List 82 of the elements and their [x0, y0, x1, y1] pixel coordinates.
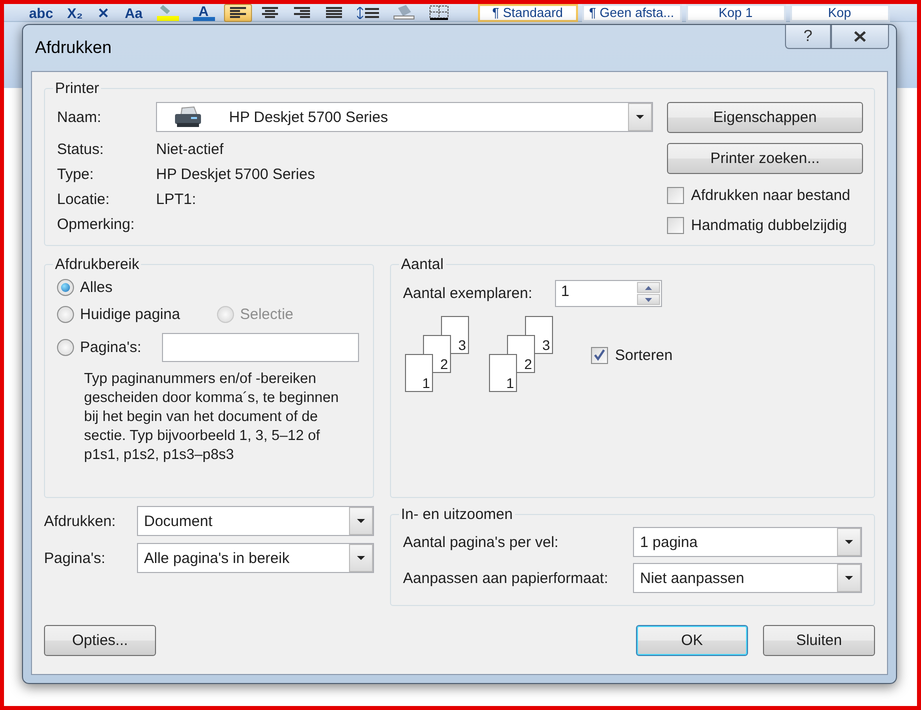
close-button[interactable]: [831, 25, 889, 49]
dropdown-field[interactable]: Document: [137, 506, 374, 536]
caret-icon: [357, 556, 365, 560]
radio-button[interactable]: [57, 306, 74, 323]
dialog-button[interactable]: Opties...: [44, 625, 156, 656]
radio-button[interactable]: [57, 279, 74, 296]
page-sheet: 1: [489, 354, 517, 392]
line-spacing-icon: [356, 6, 379, 18]
printer-select[interactable]: HP Deskjet 5700 Series: [156, 102, 653, 132]
pages-input[interactable]: [162, 333, 359, 362]
window-title: Afdrukken: [34, 38, 113, 58]
field-label: Aantal pagina's per vel:: [403, 534, 560, 550]
up-arrow-icon: [645, 286, 652, 290]
group-heading: In- en uitzoomen: [400, 506, 514, 523]
checkbox-label[interactable]: Sorteren: [615, 346, 673, 364]
printer-icon: [173, 106, 203, 128]
dropdown-button[interactable]: [837, 564, 861, 592]
field-label: Afdrukken:: [44, 512, 117, 530]
toolbar-button[interactable]: X₂: [62, 4, 88, 22]
checkbox-label[interactable]: Handmatig dubbelzijdig: [691, 216, 847, 234]
field-label: Opmerking:: [57, 216, 136, 233]
color-bar-icon: [192, 16, 215, 20]
dropdown-button[interactable]: [837, 528, 861, 556]
checkbox[interactable]: [667, 216, 684, 234]
style-gallery-item[interactable]: ¶ Standaard: [478, 4, 578, 22]
field-value: HP Deskjet 5700 Series: [156, 166, 315, 183]
dialog-button[interactable]: Sluiten: [763, 625, 875, 656]
style-gallery-item[interactable]: Kop 1: [686, 4, 786, 22]
field-label: Pagina's:: [44, 550, 106, 566]
checkbox-label[interactable]: Afdrukken naar bestand: [691, 186, 850, 204]
caret-icon: [357, 519, 365, 523]
group-heading: Afdrukbereik: [54, 256, 140, 273]
spin-down-button[interactable]: [637, 294, 660, 305]
dialog-button[interactable]: Eigenschappen: [667, 102, 863, 133]
checkbox[interactable]: [667, 186, 684, 204]
check-icon: [594, 349, 605, 361]
copies-spinner[interactable]: 1: [555, 280, 662, 307]
dropdown-field[interactable]: 1 pagina: [633, 527, 862, 557]
dropdown-button[interactable]: [349, 507, 373, 535]
toolbar-button[interactable]: [224, 4, 252, 22]
dropdown-field[interactable]: Niet aanpassen: [633, 563, 862, 593]
close-icon: [853, 30, 867, 43]
field-value: Niet-actief: [156, 141, 224, 158]
field-label: Aanpassen aan papierformaat:: [403, 570, 610, 586]
field-label: Type:: [57, 166, 95, 183]
radio-label[interactable]: Alles: [80, 279, 113, 296]
group-heading: Printer: [54, 80, 100, 97]
toolbar-button[interactable]: Aa: [120, 4, 148, 22]
caret-icon: [845, 540, 853, 544]
align-icon: [324, 7, 343, 18]
spin-up-button[interactable]: [637, 282, 660, 293]
highlighter-icon: [156, 4, 179, 20]
caret-icon: [845, 576, 853, 580]
field-value: LPT1:: [156, 191, 196, 208]
style-gallery-item[interactable]: Kop: [790, 4, 890, 22]
dialog-button[interactable]: OK: [636, 625, 748, 656]
group-heading: Aantal: [400, 256, 445, 273]
checkbox[interactable]: [591, 346, 608, 364]
toolbar-button[interactable]: abc: [24, 4, 58, 22]
radio-button[interactable]: [57, 339, 74, 356]
align-icon: [260, 7, 279, 18]
down-arrow-icon: [645, 298, 652, 302]
dropdown-field[interactable]: Alle pagina's in bereik: [137, 543, 374, 573]
help-button[interactable]: ?: [785, 25, 831, 49]
page-sheet: 1: [405, 354, 433, 392]
dialog-button[interactable]: Printer zoeken...: [667, 143, 863, 174]
caret-icon: [636, 115, 644, 119]
field-label: Aantal exemplaren:: [403, 285, 534, 302]
dropdown-button[interactable]: [628, 103, 652, 131]
dropdown-button[interactable]: [349, 544, 373, 572]
radio-label[interactable]: Pagina's:: [80, 339, 142, 356]
align-icon: [292, 7, 311, 18]
style-gallery-item[interactable]: ¶ Geen afsta...: [582, 4, 682, 22]
toolbar-button[interactable]: ✕: [92, 4, 116, 22]
field-label: Naam:: [57, 108, 102, 126]
borders-icon: [428, 5, 449, 20]
field-label: Status:: [57, 141, 105, 158]
align-icon: [228, 7, 247, 18]
radio-label[interactable]: Huidige pagina: [80, 306, 180, 323]
help-text: Typ paginanummers en/of -bereiken gescheiden door komma´s, te beginnen bij het begin van het document of de sectie. Typ bijvoorbeeld 1, 3, 5–12 of p1s1, p1s2, p1s3–p8s3: [84, 370, 340, 465]
toolbar-button[interactable]: A: [188, 4, 220, 22]
field-label: Locatie:: [57, 191, 111, 208]
